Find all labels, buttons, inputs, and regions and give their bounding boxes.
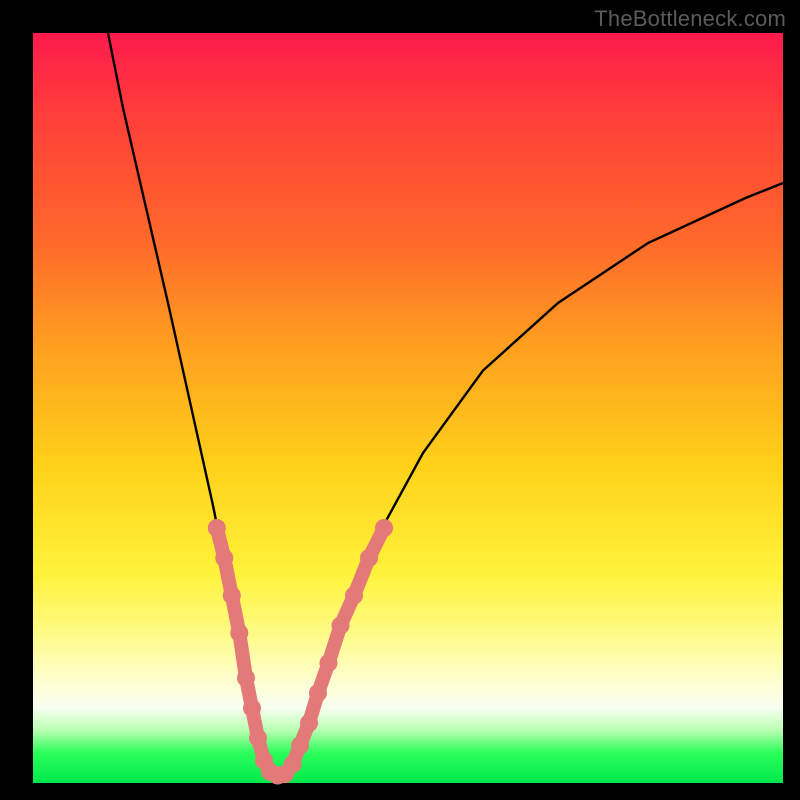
marker-dot bbox=[284, 755, 302, 773]
marker-dot bbox=[249, 729, 267, 747]
chart-svg bbox=[33, 33, 783, 783]
chart-frame: TheBottleneck.com bbox=[0, 0, 800, 800]
marker-dot bbox=[243, 699, 261, 717]
marker-dot bbox=[300, 714, 318, 732]
marker-dot bbox=[345, 587, 363, 605]
marker-dot bbox=[230, 624, 248, 642]
marker-dot bbox=[291, 737, 309, 755]
marker-dot bbox=[208, 519, 226, 537]
curve-line bbox=[108, 33, 783, 776]
marker-dot bbox=[215, 549, 233, 567]
marker-dot bbox=[223, 587, 241, 605]
watermark-text: TheBottleneck.com bbox=[594, 6, 786, 32]
marker-dot bbox=[332, 617, 350, 635]
marker-dot bbox=[375, 519, 393, 537]
marker-dot bbox=[309, 684, 327, 702]
marker-dot bbox=[237, 669, 255, 687]
marker-dot bbox=[360, 549, 378, 567]
marker-dot bbox=[320, 654, 338, 672]
plot-area bbox=[33, 33, 783, 783]
curve-markers bbox=[208, 519, 393, 785]
